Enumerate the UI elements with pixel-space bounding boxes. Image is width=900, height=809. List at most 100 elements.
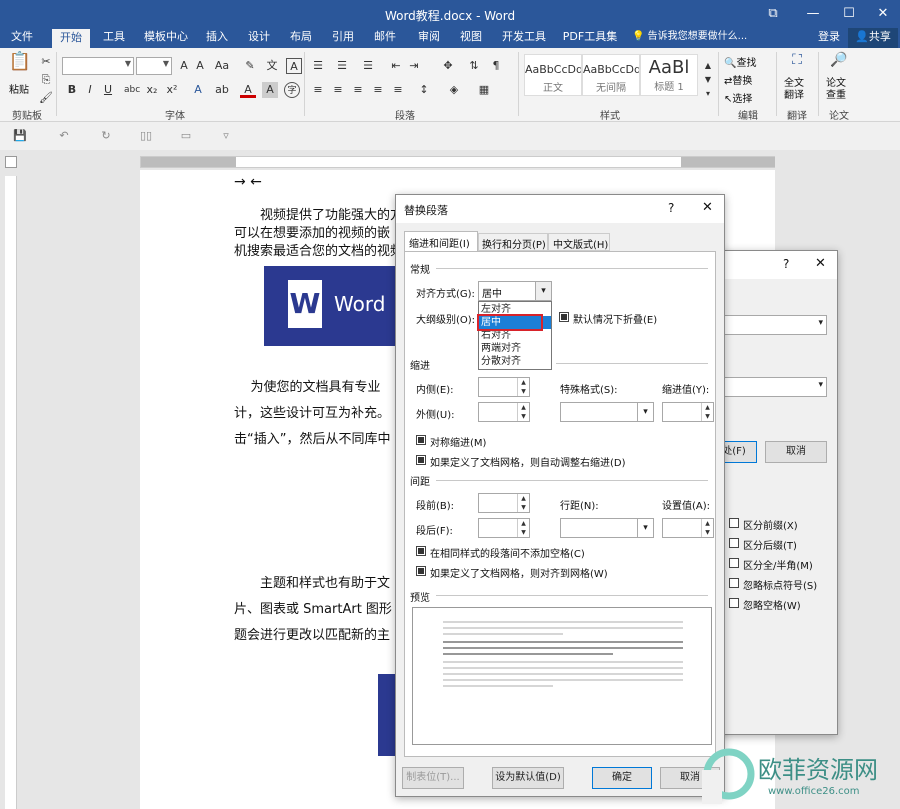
spinner-icon[interactable]: ▲ ▼ xyxy=(701,403,713,421)
customize-icon[interactable]: ▿ xyxy=(218,128,234,144)
decrease-indent-icon[interactable]: ⇤ xyxy=(388,58,404,74)
superscript-icon[interactable]: x² xyxy=(164,82,180,98)
tell-me-search[interactable]: 💡 告诉我您想要做什么... xyxy=(632,28,762,48)
bullets-icon[interactable]: ☰ xyxy=(310,58,326,74)
chevron-down-icon[interactable]: ▾ xyxy=(535,282,551,300)
paste-icon[interactable]: 📋 xyxy=(8,53,32,80)
spinner-icon[interactable]: ▲ ▼ xyxy=(517,519,529,537)
line-spacing-icon[interactable]: ↕ xyxy=(416,82,432,98)
align-right-icon[interactable]: ≡ xyxy=(350,82,366,98)
close-icon[interactable]: ✕ xyxy=(702,200,713,215)
redo-icon[interactable]: ↻ xyxy=(98,128,114,144)
borders-icon[interactable]: ▦ xyxy=(476,82,492,98)
line-spacing-select[interactable]: ▾ xyxy=(560,518,654,538)
font-size-combo[interactable]: ▼ xyxy=(136,57,172,75)
share-button[interactable]: 👤共享 xyxy=(848,28,898,48)
paper-check-icon[interactable]: 🔎 xyxy=(828,52,850,74)
translate-icon[interactable]: ⛶ xyxy=(786,52,808,74)
collapse-checkbox[interactable] xyxy=(559,312,569,322)
layout-icon[interactable]: ▯▯ xyxy=(138,128,154,144)
help-icon[interactable]: ? xyxy=(783,257,789,271)
align-select[interactable]: 居中 ▾ xyxy=(478,281,552,301)
after-spin[interactable]: ▲ ▼ xyxy=(478,518,530,538)
vertical-ruler[interactable] xyxy=(5,176,17,809)
punct-checkbox[interactable] xyxy=(729,578,739,588)
align-dropdown-list[interactable]: 左对齐 居中 右对齐 两端对齐 分散对齐 xyxy=(478,301,552,370)
maximize-button[interactable]: ☐ xyxy=(832,0,866,28)
align-option-justify[interactable]: 两端对齐 xyxy=(479,342,551,355)
fulltext-translate-button[interactable]: 全文 翻译 xyxy=(784,78,804,102)
highlight-icon[interactable]: ab xyxy=(214,82,230,98)
select-button[interactable]: ↖选择 xyxy=(724,90,752,105)
tab-review[interactable]: 审阅 xyxy=(412,28,446,48)
underline-icon[interactable]: U xyxy=(100,82,116,98)
enclose-char-icon[interactable]: 字 xyxy=(284,82,300,98)
mirror-checkbox[interactable] xyxy=(416,435,426,445)
char-shading-icon[interactable]: A xyxy=(262,82,278,98)
increase-indent-icon[interactable]: ⇥ xyxy=(406,58,422,74)
clear-format-icon[interactable]: ✎ xyxy=(242,58,258,74)
tab-chinese-layout[interactable]: 中文版式(H) xyxy=(548,233,610,251)
change-case-icon[interactable]: Aa xyxy=(214,58,230,74)
indent-value-spin[interactable]: ▲ ▼ xyxy=(662,402,714,422)
strikethrough-icon[interactable]: abc xyxy=(124,82,140,98)
snap-grid-checkbox[interactable] xyxy=(416,566,426,576)
cut-icon[interactable]: ✂ xyxy=(38,54,54,70)
space-checkbox[interactable] xyxy=(729,598,739,608)
justify-icon[interactable]: ≡ xyxy=(370,82,386,98)
tab-templates[interactable]: 模板中心 xyxy=(140,28,192,48)
copy-icon[interactable]: ⎘ xyxy=(38,72,54,88)
align-option-distribute[interactable]: 分散对齐 xyxy=(479,355,551,368)
font-name-combo[interactable]: ▼ xyxy=(62,57,134,75)
tab-pdf-tools[interactable]: PDF工具集 xyxy=(560,28,620,48)
print-icon[interactable]: ▭ xyxy=(178,128,194,144)
align-left-icon[interactable]: ≡ xyxy=(310,82,326,98)
subscript-icon[interactable]: x₂ xyxy=(144,82,160,98)
sort-icon[interactable]: ⇅ xyxy=(466,58,482,74)
numbering-icon[interactable]: ☰ xyxy=(334,58,350,74)
close-icon[interactable]: ✕ xyxy=(815,256,826,271)
asian-layout-icon[interactable]: ✥ xyxy=(440,58,456,74)
undo-icon[interactable]: ↶ xyxy=(56,128,72,144)
minimize-button[interactable]: — xyxy=(796,0,830,28)
spinner-icon[interactable]: ▲ ▼ xyxy=(517,403,529,421)
show-marks-icon[interactable]: ¶ xyxy=(488,58,504,74)
distributed-icon[interactable]: ≡ xyxy=(390,82,406,98)
spinner-icon[interactable]: ▲ ▼ xyxy=(517,378,529,396)
multilevel-list-icon[interactable]: ☰ xyxy=(360,58,376,74)
special-select[interactable]: ▾ xyxy=(560,402,654,422)
char-border-icon[interactable]: A xyxy=(286,58,302,74)
restore-ribbon-icon[interactable]: ⧉ xyxy=(756,0,790,28)
tab-references[interactable]: 引用 xyxy=(326,28,360,48)
styles-more-icon[interactable]: ▾ xyxy=(700,86,716,102)
before-spin[interactable]: ▲ ▼ xyxy=(478,493,530,513)
phonetic-icon[interactable]: 文 xyxy=(264,58,280,74)
help-icon[interactable]: ? xyxy=(668,201,674,215)
set-default-button[interactable]: 设为默认值(D) xyxy=(492,767,564,789)
tab-line-page[interactable]: 换行和分页(P) xyxy=(478,233,548,251)
tab-layout[interactable]: 布局 xyxy=(284,28,318,48)
tab-design[interactable]: 设计 xyxy=(242,28,276,48)
font-color-icon[interactable]: A xyxy=(240,82,256,98)
italic-icon[interactable]: I xyxy=(82,82,98,98)
spinner-icon[interactable]: ▲ ▼ xyxy=(701,519,713,537)
tab-developer[interactable]: 开发工具 xyxy=(498,28,550,48)
prefix-checkbox[interactable] xyxy=(729,518,739,528)
close-button[interactable]: ✕ xyxy=(866,0,900,28)
tab-insert[interactable]: 插入 xyxy=(200,28,234,48)
width-checkbox[interactable] xyxy=(729,558,739,568)
format-painter-icon[interactable]: 🖌 xyxy=(38,90,54,106)
align-center-icon[interactable]: ≡ xyxy=(330,82,346,98)
tab-mailings[interactable]: 邮件 xyxy=(368,28,402,48)
set-value-spin[interactable]: ▲ ▼ xyxy=(662,518,714,538)
auto-adjust-checkbox[interactable] xyxy=(416,455,426,465)
suffix-checkbox[interactable] xyxy=(729,538,739,548)
shading-icon[interactable]: ◈ xyxy=(446,82,462,98)
tab-view[interactable]: 视图 xyxy=(454,28,488,48)
ok-button[interactable]: 确定 xyxy=(592,767,652,789)
tabs-button[interactable]: 制表位(T)... xyxy=(402,767,464,789)
find-button[interactable]: 🔍查找 xyxy=(724,54,756,69)
shrink-font-icon[interactable]: A xyxy=(192,58,208,74)
style-heading-1[interactable]: AaBl 标题 1 xyxy=(640,54,698,96)
login-link[interactable]: 登录 xyxy=(812,28,846,48)
